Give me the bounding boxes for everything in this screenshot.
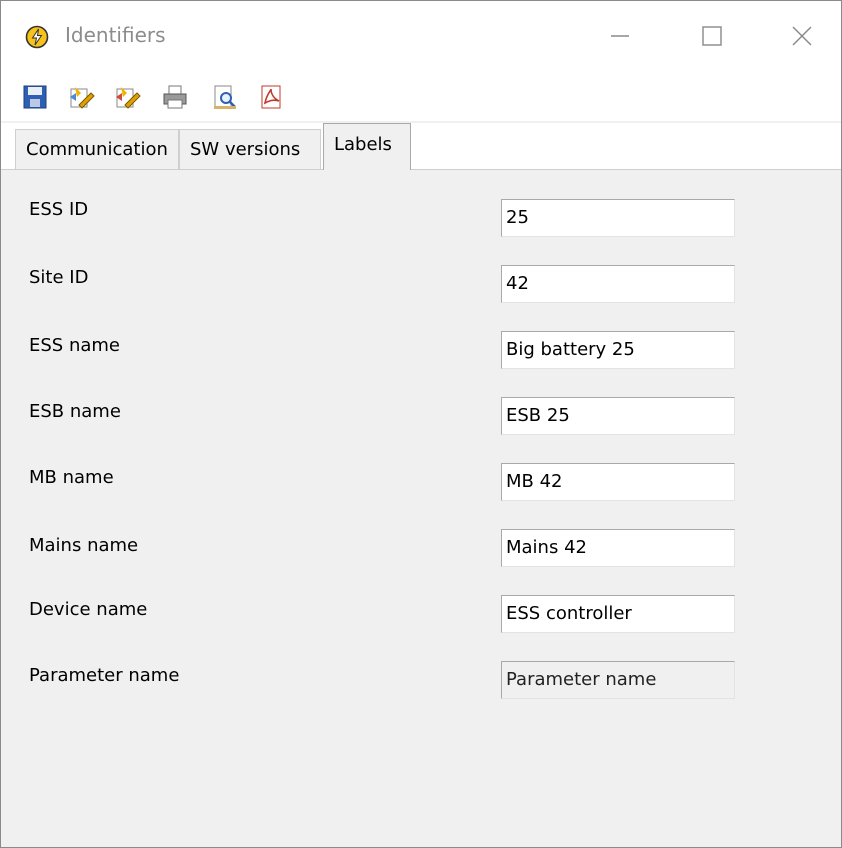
tab-communication[interactable]: Communication [15,129,179,169]
minimize-button[interactable] [605,21,635,51]
print-preview-icon[interactable] [211,83,239,111]
tab-labels[interactable]: Labels [323,123,411,170]
ess-id-field[interactable]: 25 [501,199,735,237]
mains-name-label: Mains name [29,535,139,556]
lightning-app-icon [25,25,49,49]
save-icon[interactable] [21,83,49,111]
mains-name-field[interactable]: Mains 42 [501,529,735,567]
print-icon[interactable] [161,83,189,111]
device-name-field[interactable]: ESS controller [501,595,735,633]
parameter-name-field: Parameter name [501,661,735,699]
tab-label: Labels [334,134,392,155]
device-name-label: Device name [29,599,148,620]
close-button[interactable] [787,21,817,51]
site-id-field[interactable]: 42 [501,265,735,303]
tab-sw-versions[interactable]: SW versions [179,129,321,169]
site-id-label: Site ID [29,267,89,288]
edit-icon[interactable] [67,83,95,111]
window-title: Identifiers [65,23,166,47]
export-pdf-icon[interactable] [257,83,285,111]
tab-label: SW versions [190,139,301,160]
esb-name-label: ESB name [29,401,121,422]
mb-name-label: MB name [29,467,114,488]
tab-label: Communication [26,139,168,160]
parameter-name-label: Parameter name [29,665,180,686]
esb-name-field[interactable]: ESB 25 [501,397,735,435]
ess-name-label: ESS name [29,335,120,356]
identifiers-window: Identifiers Communication SW versions La… [0,0,842,848]
mb-name-field[interactable]: MB 42 [501,463,735,501]
edit-alt-icon[interactable] [113,83,141,111]
ess-id-label: ESS ID [29,199,89,220]
title-bar[interactable]: Identifiers [1,1,841,77]
ess-name-field[interactable]: Big battery 25 [501,331,735,369]
maximize-button[interactable] [697,21,727,51]
